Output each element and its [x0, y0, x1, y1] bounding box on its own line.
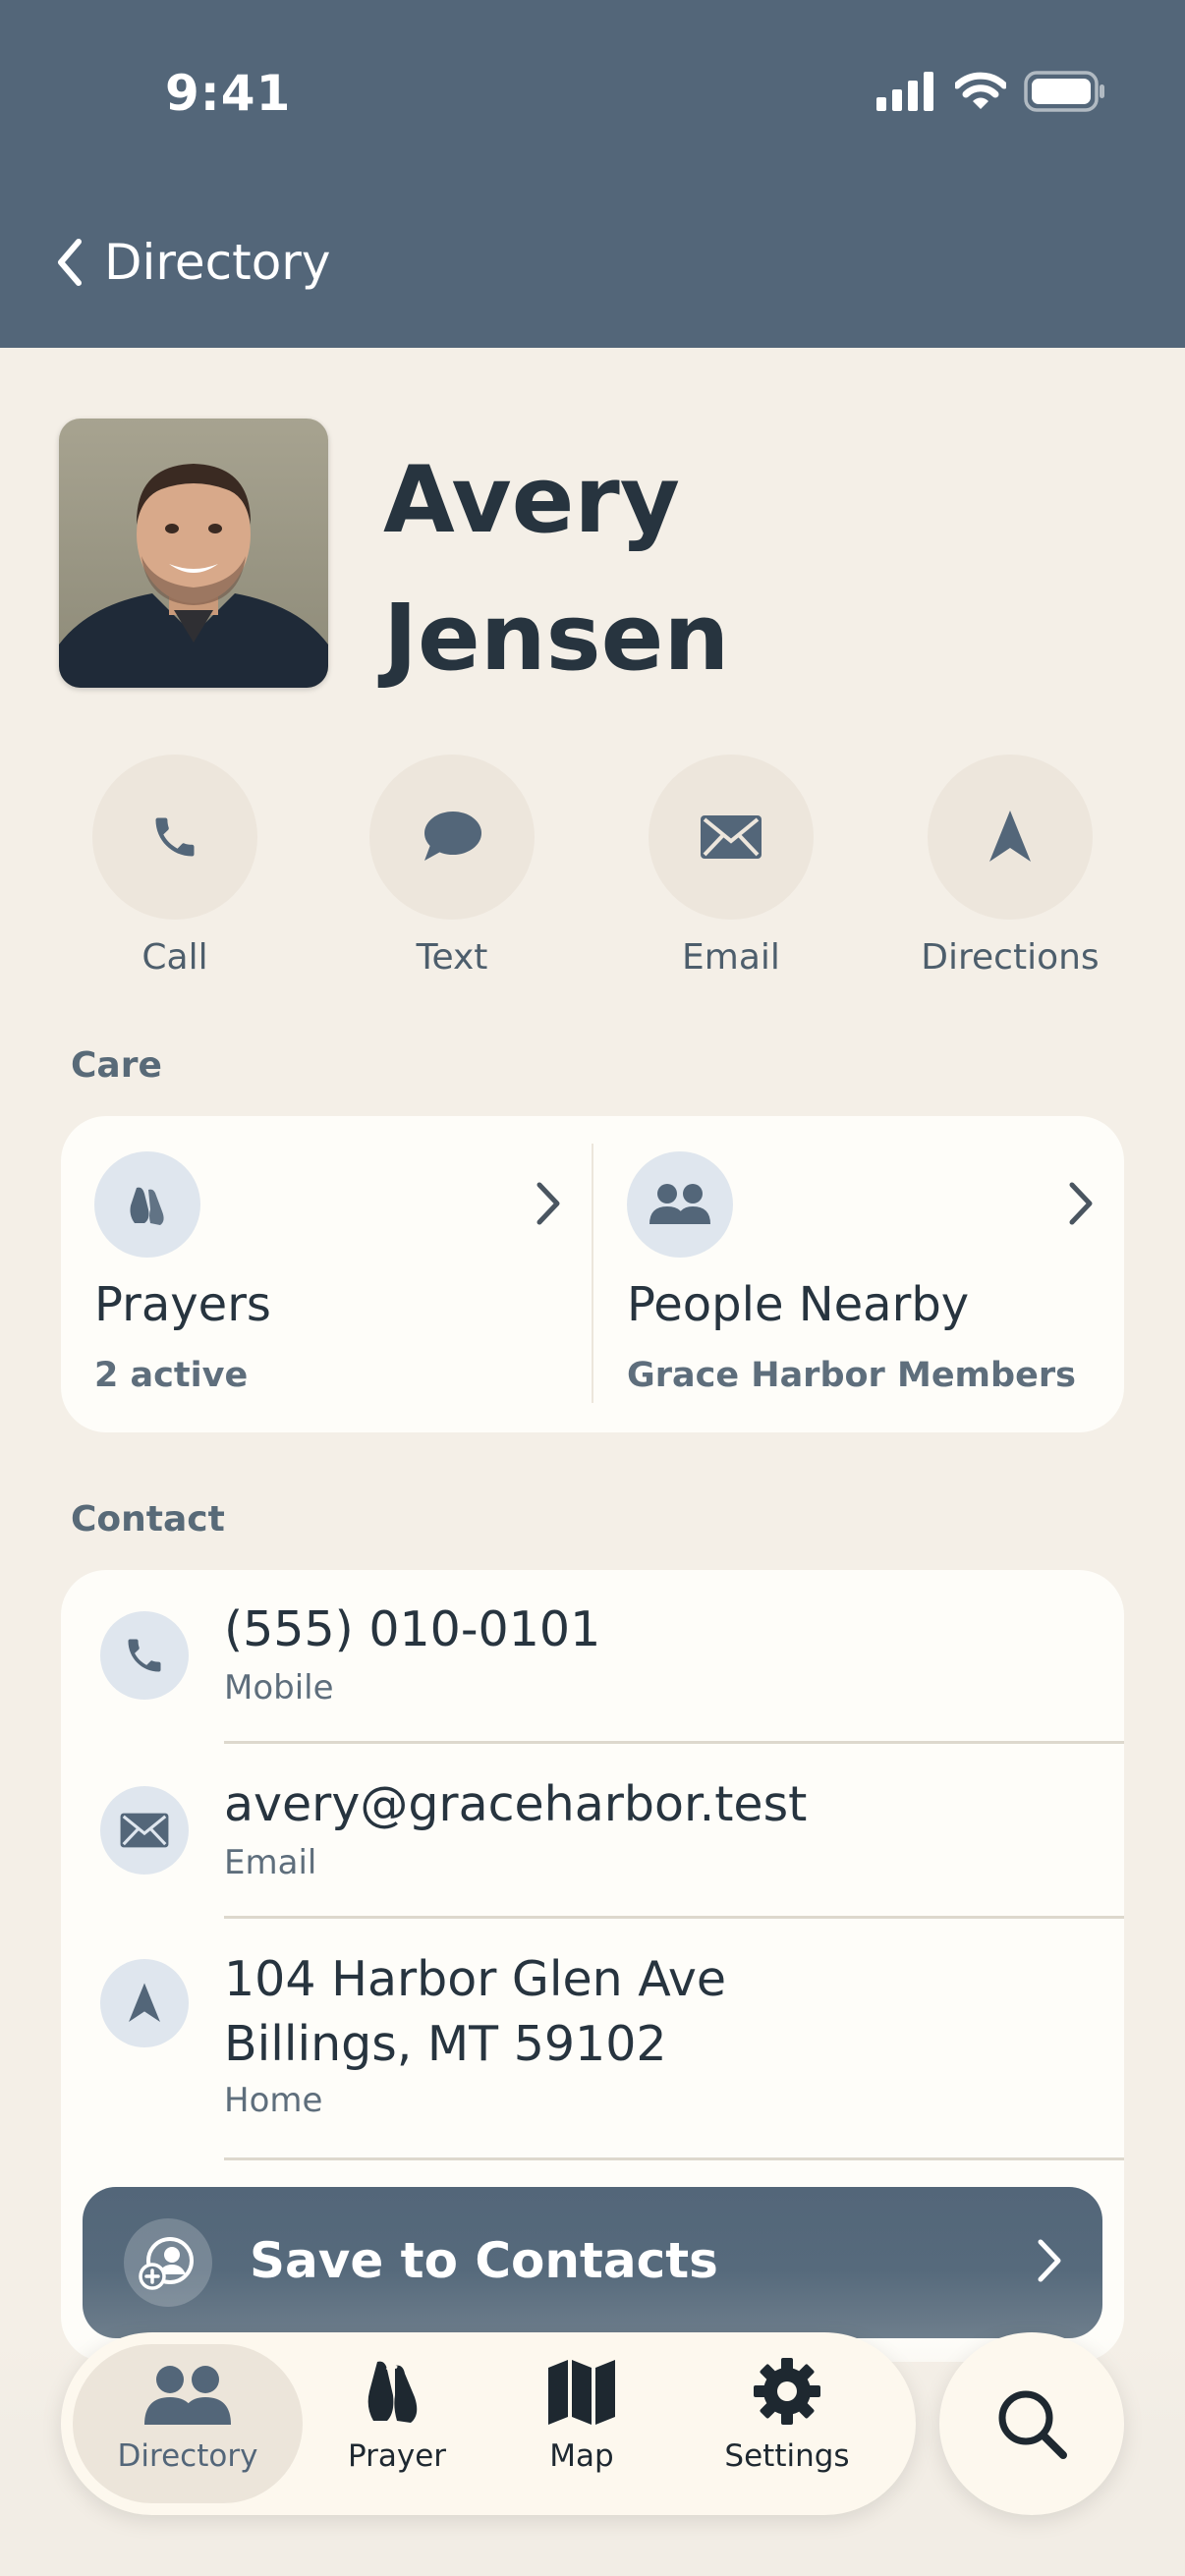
profile-name: Avery Jensen: [383, 432, 729, 707]
chevron-right-icon: [1038, 2239, 1061, 2282]
status-time: 9:41: [165, 65, 292, 122]
email-icon-badge: [100, 1786, 189, 1875]
address-line1: 104 Harbor Glen Ave: [224, 1951, 727, 2007]
address-row[interactable]: 104 Harbor Glen Ave Billings, MT 59102 H…: [61, 1920, 1124, 2159]
last-name: Jensen: [383, 585, 730, 692]
prayers-subtitle: 2 active: [94, 1356, 249, 1395]
phone-value[interactable]: (555) 010-0101: [224, 1597, 600, 1662]
address-value[interactable]: 104 Harbor Glen Ave Billings, MT 59102: [224, 1947, 726, 2077]
call-button[interactable]: [92, 755, 257, 920]
prayers-icon-badge: [94, 1151, 200, 1258]
tab-label: Directory: [117, 2438, 258, 2474]
save-to-contacts-button[interactable]: Save to Contacts: [83, 2187, 1102, 2338]
contact-detail-screen: 9:41 Directory Avery Jensen Call Text Em…: [0, 0, 1185, 2576]
phone-row[interactable]: (555) 010-0101 Mobile: [61, 1570, 1124, 1743]
praying-hands-icon: [130, 1187, 164, 1225]
tab-label: Prayer: [347, 2438, 447, 2474]
phone-icon-badge: [100, 1611, 189, 1700]
tab-label: Map: [549, 2438, 614, 2474]
email-label: Email: [682, 937, 780, 978]
header: 9:41 Directory: [0, 0, 1185, 348]
prayers-item[interactable]: Prayers 2 active: [61, 1116, 592, 1432]
tab-settings[interactable]: Settings: [713, 2344, 861, 2503]
call-action[interactable]: Call: [67, 755, 283, 978]
directions-button[interactable]: [928, 755, 1093, 920]
row-divider: [224, 1741, 1124, 1744]
search-icon: [998, 2390, 1067, 2459]
phone-icon: [155, 817, 195, 857]
text-label: Text: [416, 937, 488, 978]
phone-icon: [128, 1639, 161, 1672]
chevron-right-icon: [1069, 1182, 1093, 1225]
envelope-icon: [701, 815, 762, 859]
email-value[interactable]: avery@graceharbor.test: [224, 1772, 807, 1837]
people-nearby-icon-badge: [627, 1151, 733, 1258]
prayers-title: Prayers: [94, 1277, 271, 1332]
care-section-title: Care: [71, 1045, 162, 1086]
row-divider: [224, 1916, 1124, 1919]
search-button[interactable]: [939, 2332, 1124, 2515]
email-row[interactable]: avery@graceharbor.test Email: [61, 1745, 1124, 1918]
status-icons: [876, 71, 1106, 112]
map-icon: [548, 2360, 615, 2425]
back-button[interactable]: Directory: [55, 234, 330, 291]
people-icon: [649, 1184, 710, 1224]
people-nearby-title: People Nearby: [627, 1277, 970, 1332]
phone-label: Mobile: [224, 1668, 334, 1708]
navigation-arrow-icon: [129, 1983, 160, 2022]
people-nearby-item[interactable]: People Nearby Grace Harbor Members: [593, 1116, 1124, 1432]
contact-section-title: Contact: [71, 1499, 225, 1540]
back-label: Directory: [104, 234, 331, 291]
directions-label: Directions: [921, 937, 1100, 978]
tab-prayer[interactable]: Prayer: [318, 2344, 476, 2503]
care-card: Prayers 2 active People Nearby Grace Har…: [61, 1116, 1124, 1432]
chevron-right-icon: [536, 1182, 560, 1225]
row-divider: [224, 2157, 1124, 2160]
save-icon-badge: [124, 2218, 212, 2307]
tab-directory[interactable]: Directory: [73, 2344, 303, 2503]
navigation-arrow-icon: [989, 811, 1031, 862]
avatar: [59, 419, 328, 688]
tab-label: Settings: [724, 2438, 850, 2474]
email-action[interactable]: Email: [623, 755, 839, 978]
text-button[interactable]: [369, 755, 535, 920]
chevron-left-icon: [58, 239, 82, 286]
people-icon: [144, 2366, 231, 2425]
save-to-contacts-label: Save to Contacts: [250, 2232, 718, 2289]
first-name: Avery: [383, 447, 681, 554]
wifi-icon: [955, 72, 1006, 109]
tab-bar: Directory Prayer Map Settings: [61, 2332, 916, 2515]
add-contact-icon: [139, 2237, 194, 2290]
envelope-icon: [120, 1813, 169, 1848]
directions-action[interactable]: Directions: [902, 755, 1118, 978]
email-button[interactable]: [649, 755, 814, 920]
address-icon-badge: [100, 1959, 189, 2047]
gear-icon: [754, 2358, 820, 2425]
address-label: Home: [224, 2081, 323, 2120]
signal-icon: [876, 72, 933, 111]
tab-map[interactable]: Map: [513, 2344, 650, 2503]
praying-hands-icon: [367, 2361, 418, 2423]
battery-icon: [1024, 71, 1104, 112]
email-label: Email: [224, 1843, 317, 1882]
people-nearby-subtitle: Grace Harbor Members: [627, 1356, 1076, 1395]
text-action[interactable]: Text: [344, 755, 560, 978]
call-label: Call: [141, 937, 208, 978]
chat-bubble-icon: [424, 812, 481, 861]
person-photo-icon: [59, 419, 328, 688]
address-line2: Billings, MT 59102: [224, 2016, 667, 2072]
